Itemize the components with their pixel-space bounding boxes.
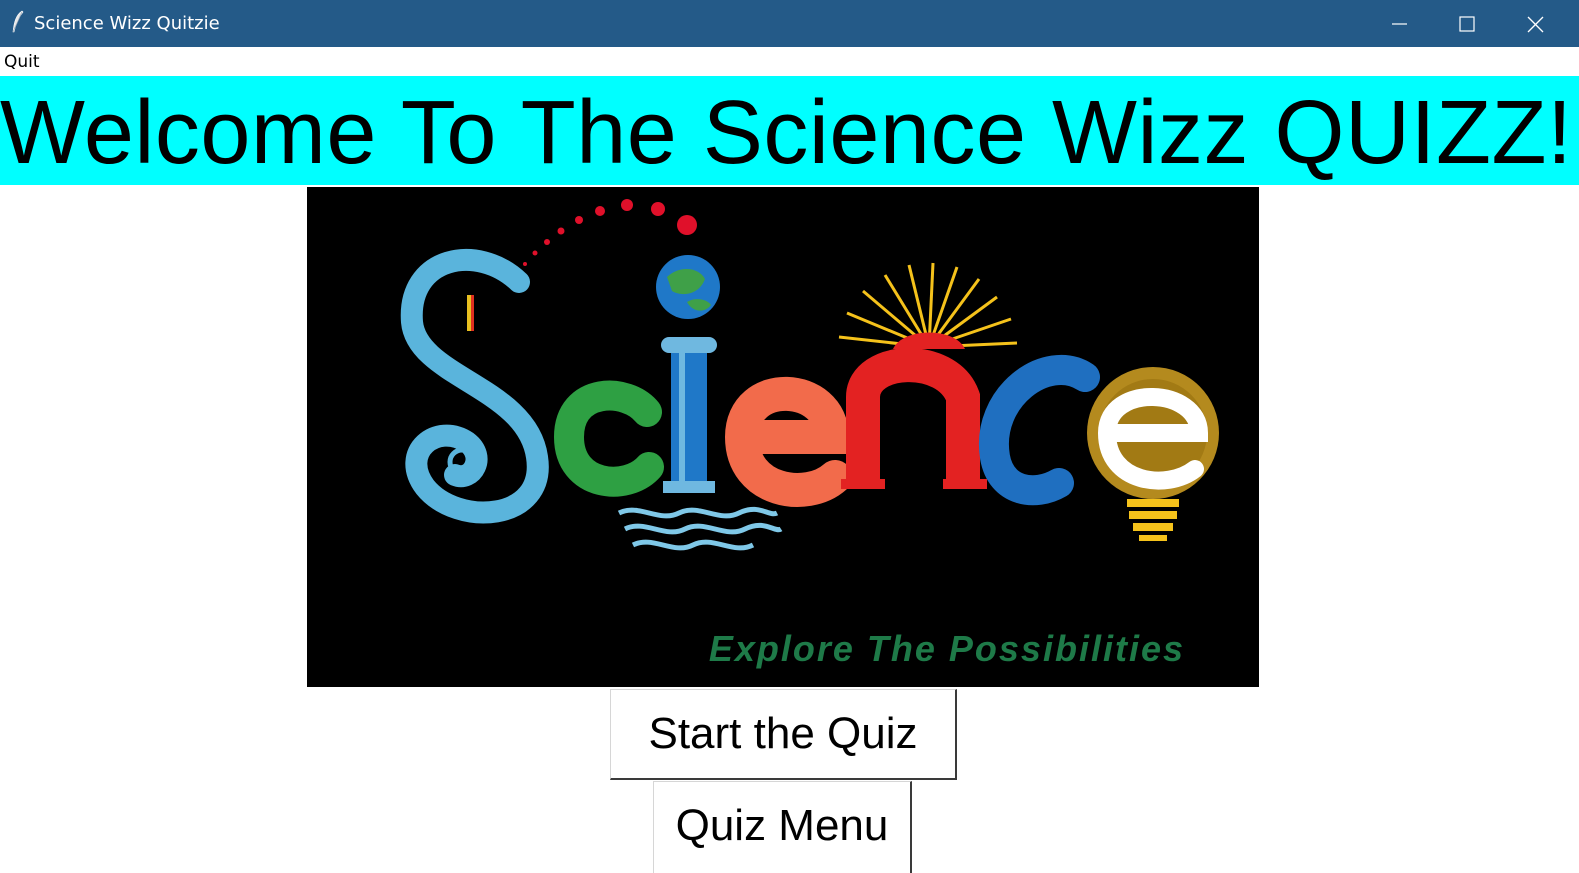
letter-e-glyph xyxy=(724,376,852,507)
title-bar[interactable]: Science Wizz Quitzie xyxy=(0,0,1579,47)
minimize-button[interactable] xyxy=(1365,0,1433,47)
minimize-icon xyxy=(1392,23,1407,25)
start-quiz-button[interactable]: Start the Quiz xyxy=(610,689,957,780)
welcome-heading: Welcome To The Science Wizz QUIZZ! xyxy=(0,83,1573,183)
maximize-button[interactable] xyxy=(1433,0,1501,47)
app-window: Science Wizz Quitzie Quit Welcome To The… xyxy=(0,0,1579,873)
feather-icon xyxy=(10,10,26,34)
welcome-banner: Welcome To The Science Wizz QUIZZ! xyxy=(0,76,1579,185)
menu-item-quit[interactable]: Quit xyxy=(4,51,40,73)
window-title: Science Wizz Quitzie xyxy=(34,13,220,34)
menu-bar: Quit xyxy=(0,47,1579,76)
tagline-text: Explore The Possibilities xyxy=(709,628,1185,669)
maximize-icon xyxy=(1459,16,1475,32)
science-logo-image: Explore The Possibilities xyxy=(307,187,1259,687)
close-icon xyxy=(1527,16,1544,33)
quiz-menu-button[interactable]: Quiz Menu xyxy=(653,781,912,873)
close-button[interactable] xyxy=(1501,0,1569,47)
